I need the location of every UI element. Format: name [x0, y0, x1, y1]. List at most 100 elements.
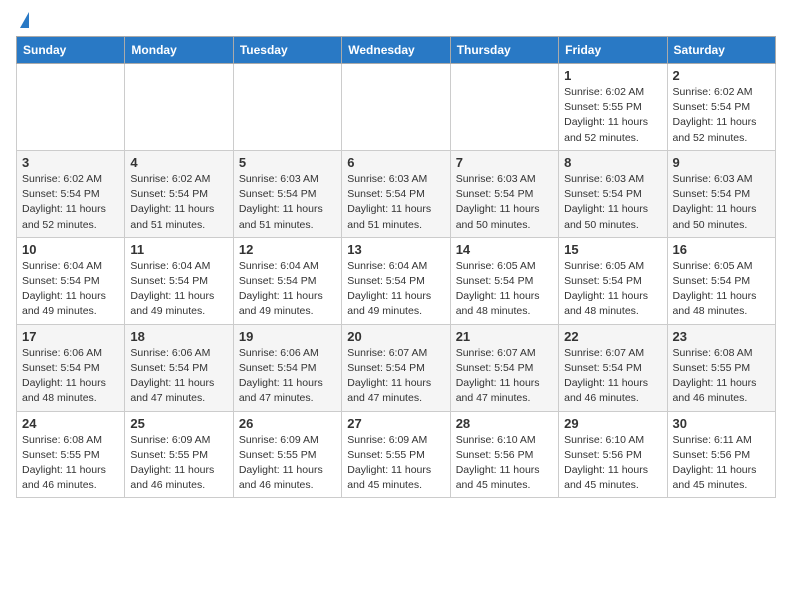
day-info: Sunrise: 6:08 AMSunset: 5:55 PMDaylight:…	[673, 346, 770, 407]
day-info: Sunrise: 6:03 AMSunset: 5:54 PMDaylight:…	[673, 172, 770, 233]
calendar-cell: 13 Sunrise: 6:04 AMSunset: 5:54 PMDayligh…	[342, 237, 450, 324]
calendar-cell: 15 Sunrise: 6:05 AMSunset: 5:54 PMDayligh…	[559, 237, 667, 324]
day-info: Sunrise: 6:06 AMSunset: 5:54 PMDaylight:…	[239, 346, 336, 407]
day-number: 18	[130, 329, 227, 344]
day-number: 22	[564, 329, 661, 344]
day-number: 20	[347, 329, 444, 344]
day-info: Sunrise: 6:10 AMSunset: 5:56 PMDaylight:…	[456, 433, 553, 494]
calendar-cell: 24 Sunrise: 6:08 AMSunset: 5:55 PMDayligh…	[17, 411, 125, 498]
calendar-cell: 5 Sunrise: 6:03 AMSunset: 5:54 PMDaylight…	[233, 150, 341, 237]
calendar-cell: 12 Sunrise: 6:04 AMSunset: 5:54 PMDayligh…	[233, 237, 341, 324]
page-header	[16, 16, 776, 24]
calendar-cell: 14Sunrise: 6:05 AMSunset: 5:54 PMDayligh…	[450, 237, 558, 324]
calendar-cell: 6Sunrise: 6:03 AMSunset: 5:54 PMDaylight…	[342, 150, 450, 237]
day-info: Sunrise: 6:04 AMSunset: 5:54 PMDaylight:…	[22, 259, 119, 320]
calendar-cell: 29Sunrise: 6:10 AMSunset: 5:56 PMDayligh…	[559, 411, 667, 498]
calendar-week-3: 10 Sunrise: 6:04 AMSunset: 5:54 PMDayligh…	[17, 237, 776, 324]
calendar-cell	[125, 64, 233, 151]
calendar-cell: 17 Sunrise: 6:06 AMSunset: 5:54 PMDayligh…	[17, 324, 125, 411]
calendar-cell: 21 Sunrise: 6:07 AMSunset: 5:54 PMDayligh…	[450, 324, 558, 411]
day-number: 8	[564, 155, 661, 170]
day-info: Sunrise: 6:04 AMSunset: 5:54 PMDaylight:…	[347, 259, 444, 320]
day-info: Sunrise: 6:06 AMSunset: 5:54 PMDaylight:…	[130, 346, 227, 407]
calendar-cell: 11 Sunrise: 6:04 AMSunset: 5:54 PMDayligh…	[125, 237, 233, 324]
day-number: 27	[347, 416, 444, 431]
day-info: Sunrise: 6:02 AMSunset: 5:55 PMDaylight:…	[564, 85, 661, 146]
day-info: Sunrise: 6:04 AMSunset: 5:54 PMDaylight:…	[239, 259, 336, 320]
day-info: Sunrise: 6:03 AMSunset: 5:54 PMDaylight:…	[456, 172, 553, 233]
day-number: 29	[564, 416, 661, 431]
calendar-week-5: 24 Sunrise: 6:08 AMSunset: 5:55 PMDayligh…	[17, 411, 776, 498]
day-number: 12	[239, 242, 336, 257]
header-wednesday: Wednesday	[342, 37, 450, 64]
day-info: Sunrise: 6:05 AMSunset: 5:54 PMDaylight:…	[673, 259, 770, 320]
calendar-week-4: 17 Sunrise: 6:06 AMSunset: 5:54 PMDayligh…	[17, 324, 776, 411]
calendar-cell: 23 Sunrise: 6:08 AMSunset: 5:55 PMDayligh…	[667, 324, 775, 411]
day-info: Sunrise: 6:03 AMSunset: 5:54 PMDaylight:…	[239, 172, 336, 233]
day-info: Sunrise: 6:02 AMSunset: 5:54 PMDaylight:…	[130, 172, 227, 233]
header-saturday: Saturday	[667, 37, 775, 64]
day-number: 14	[456, 242, 553, 257]
day-number: 15	[564, 242, 661, 257]
calendar-cell: 7Sunrise: 6:03 AMSunset: 5:54 PMDaylight…	[450, 150, 558, 237]
day-info: Sunrise: 6:02 AMSunset: 5:54 PMDaylight:…	[22, 172, 119, 233]
day-number: 25	[130, 416, 227, 431]
calendar-cell: 30Sunrise: 6:11 AMSunset: 5:56 PMDayligh…	[667, 411, 775, 498]
day-number: 16	[673, 242, 770, 257]
header-sunday: Sunday	[17, 37, 125, 64]
header-friday: Friday	[559, 37, 667, 64]
day-info: Sunrise: 6:04 AMSunset: 5:54 PMDaylight:…	[130, 259, 227, 320]
calendar-cell: 28 Sunrise: 6:10 AMSunset: 5:56 PMDayligh…	[450, 411, 558, 498]
calendar-cell	[233, 64, 341, 151]
day-info: Sunrise: 6:07 AMSunset: 5:54 PMDaylight:…	[564, 346, 661, 407]
calendar-cell: 27 Sunrise: 6:09 AMSunset: 5:55 PMDayligh…	[342, 411, 450, 498]
header-tuesday: Tuesday	[233, 37, 341, 64]
header-thursday: Thursday	[450, 37, 558, 64]
calendar-cell: 25 Sunrise: 6:09 AMSunset: 5:55 PMDayligh…	[125, 411, 233, 498]
calendar-cell: 9 Sunrise: 6:03 AMSunset: 5:54 PMDaylight…	[667, 150, 775, 237]
calendar-cell: 20 Sunrise: 6:07 AMSunset: 5:54 PMDayligh…	[342, 324, 450, 411]
day-number: 28	[456, 416, 553, 431]
day-info: Sunrise: 6:07 AMSunset: 5:54 PMDaylight:…	[456, 346, 553, 407]
day-info: Sunrise: 6:08 AMSunset: 5:55 PMDaylight:…	[22, 433, 119, 494]
day-number: 30	[673, 416, 770, 431]
day-info: Sunrise: 6:06 AMSunset: 5:54 PMDaylight:…	[22, 346, 119, 407]
day-number: 21	[456, 329, 553, 344]
day-info: Sunrise: 6:03 AMSunset: 5:54 PMDaylight:…	[564, 172, 661, 233]
day-number: 1	[564, 68, 661, 83]
day-info: Sunrise: 6:09 AMSunset: 5:55 PMDaylight:…	[130, 433, 227, 494]
calendar-cell: 19 Sunrise: 6:06 AMSunset: 5:54 PMDayligh…	[233, 324, 341, 411]
calendar-cell: 16 Sunrise: 6:05 AMSunset: 5:54 PMDayligh…	[667, 237, 775, 324]
calendar-cell: 2Sunrise: 6:02 AMSunset: 5:54 PMDaylight…	[667, 64, 775, 151]
day-info: Sunrise: 6:07 AMSunset: 5:54 PMDaylight:…	[347, 346, 444, 407]
calendar-cell: 8 Sunrise: 6:03 AMSunset: 5:54 PMDaylight…	[559, 150, 667, 237]
day-number: 11	[130, 242, 227, 257]
calendar-cell: 1 Sunrise: 6:02 AMSunset: 5:55 PMDaylight…	[559, 64, 667, 151]
day-number: 19	[239, 329, 336, 344]
day-number: 3	[22, 155, 119, 170]
calendar-cell: 4 Sunrise: 6:02 AMSunset: 5:54 PMDaylight…	[125, 150, 233, 237]
calendar-cell: 3 Sunrise: 6:02 AMSunset: 5:54 PMDaylight…	[17, 150, 125, 237]
day-number: 17	[22, 329, 119, 344]
day-number: 5	[239, 155, 336, 170]
calendar-cell: 22 Sunrise: 6:07 AMSunset: 5:54 PMDayligh…	[559, 324, 667, 411]
calendar-header-row: SundayMondayTuesdayWednesdayThursdayFrid…	[17, 37, 776, 64]
day-info: Sunrise: 6:09 AMSunset: 5:55 PMDaylight:…	[347, 433, 444, 494]
day-number: 26	[239, 416, 336, 431]
day-info: Sunrise: 6:02 AMSunset: 5:54 PMDaylight:…	[673, 85, 770, 146]
day-number: 10	[22, 242, 119, 257]
day-number: 9	[673, 155, 770, 170]
calendar-week-2: 3 Sunrise: 6:02 AMSunset: 5:54 PMDaylight…	[17, 150, 776, 237]
day-number: 4	[130, 155, 227, 170]
calendar-cell	[450, 64, 558, 151]
day-number: 24	[22, 416, 119, 431]
calendar-cell: 18 Sunrise: 6:06 AMSunset: 5:54 PMDayligh…	[125, 324, 233, 411]
day-number: 13	[347, 242, 444, 257]
calendar-cell: 26Sunrise: 6:09 AMSunset: 5:55 PMDayligh…	[233, 411, 341, 498]
day-number: 23	[673, 329, 770, 344]
calendar-cell	[342, 64, 450, 151]
day-info: Sunrise: 6:05 AMSunset: 5:54 PMDaylight:…	[564, 259, 661, 320]
calendar-table: SundayMondayTuesdayWednesdayThursdayFrid…	[16, 36, 776, 498]
day-number: 6	[347, 155, 444, 170]
calendar-cell	[17, 64, 125, 151]
